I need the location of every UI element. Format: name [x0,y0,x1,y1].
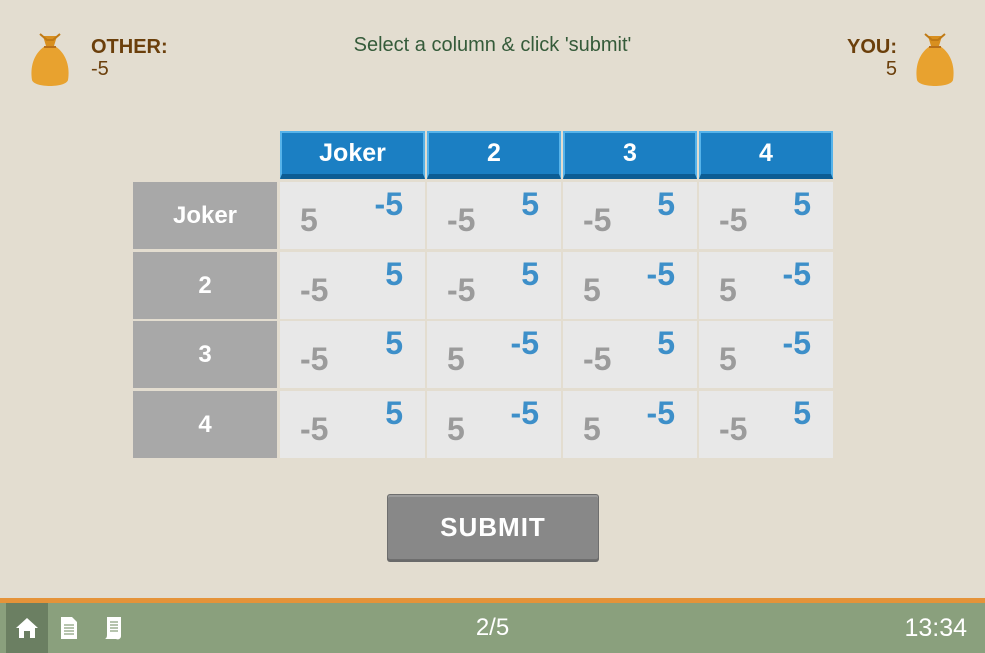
other-payoff: -5 [447,272,476,308]
you-score: 5 [885,58,897,80]
payoff-cell[interactable]: -5 5 [427,252,561,319]
you-payoff: -5 [510,395,539,431]
home-icon[interactable] [6,603,48,653]
other-payoff: -5 [583,202,612,238]
you-payoff: -5 [374,186,403,222]
script-icon[interactable] [92,603,134,653]
column-header-1[interactable]: Joker [280,131,425,179]
row-header-3: 3 [133,321,277,388]
other-payoff: -5 [300,411,329,447]
other-payoff: -5 [719,202,748,238]
payoff-cell[interactable]: -5 5 [280,321,425,388]
column-header-2[interactable]: 2 [427,131,561,179]
other-payoff: 5 [719,341,737,377]
other-payoff: -5 [300,341,329,377]
payoff-cell[interactable]: -5 5 [563,321,697,388]
column-header-3[interactable]: 3 [563,131,697,179]
round-progress: 2/5 [475,614,510,641]
payoff-cell[interactable]: 5 -5 [563,252,697,319]
you-payoff: 5 [521,186,539,222]
money-bag-icon [916,33,954,86]
payoff-cell[interactable]: -5 5 [280,252,425,319]
payoff-cell[interactable]: 5 -5 [563,391,697,458]
row-header-4: 4 [133,391,277,458]
other-payoff: -5 [719,411,748,447]
you-payoff: 5 [657,186,675,222]
other-payoff: -5 [583,341,612,377]
payoff-cell[interactable]: 5 -5 [699,321,833,388]
clock-time: 13:34 [904,614,967,642]
you-payoff: 5 [385,395,403,431]
you-payoff: 5 [385,256,403,292]
payoff-cell[interactable]: 5 -5 [427,391,561,458]
you-label: YOU: [847,36,897,58]
you-payoff: 5 [385,325,403,361]
other-payoff: -5 [300,272,329,308]
you-payoff: 5 [657,325,675,361]
payoff-cell[interactable]: 5 -5 [427,321,561,388]
payoff-cell[interactable]: 5 -5 [280,182,425,249]
you-payoff: 5 [793,186,811,222]
other-score: -5 [91,58,109,80]
you-payoff: 5 [521,256,539,292]
you-payoff: -5 [782,256,811,292]
other-payoff: 5 [447,411,465,447]
submit-button[interactable]: SUBMIT [387,494,599,560]
row-header-1: Joker [133,182,277,249]
payoff-cell[interactable]: -5 5 [699,391,833,458]
row-header-2: 2 [133,252,277,319]
footer-bar: 2/5 13:34 [0,603,985,653]
payoff-cell[interactable]: -5 5 [280,391,425,458]
payoff-cell[interactable]: -5 5 [699,182,833,249]
you-payoff: -5 [646,395,675,431]
other-payoff: 5 [719,272,737,308]
payoff-cell[interactable]: -5 5 [563,182,697,249]
other-payoff: 5 [583,411,601,447]
other-payoff: 5 [583,272,601,308]
other-payoff: -5 [447,202,476,238]
payoff-cell[interactable]: 5 -5 [699,252,833,319]
payoff-cell[interactable]: -5 5 [427,182,561,249]
column-header-4[interactable]: 4 [699,131,833,179]
game-screen: OTHER: -5 Select a column & click 'submi… [0,0,985,653]
you-payoff: -5 [646,256,675,292]
other-payoff: 5 [300,202,318,238]
document-icon[interactable] [48,603,90,653]
you-payoff: -5 [510,325,539,361]
you-payoff: 5 [793,395,811,431]
you-payoff: -5 [782,325,811,361]
other-payoff: 5 [447,341,465,377]
